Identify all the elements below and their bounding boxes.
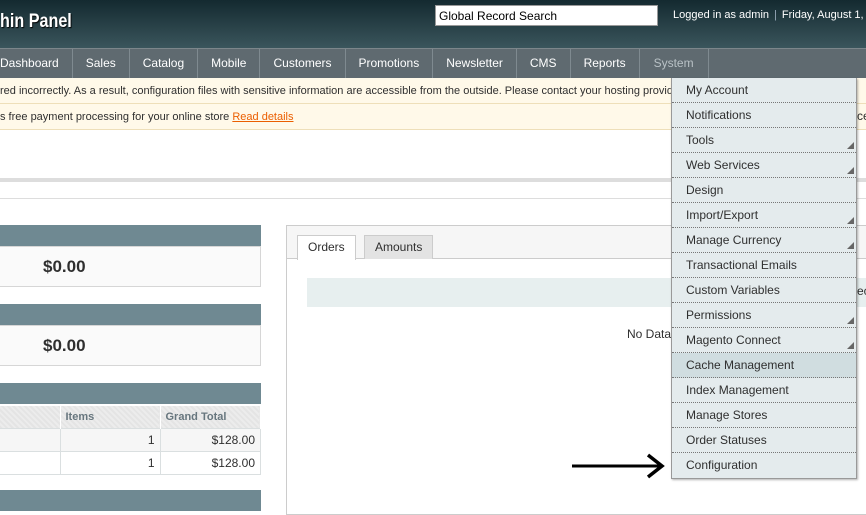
column-header-grand-total: Grand Total xyxy=(160,406,261,428)
grand-total-cell: $128.00 xyxy=(160,450,261,475)
read-details-link[interactable]: Read details xyxy=(232,111,293,123)
grand-total-cell: $128.00 xyxy=(160,427,261,452)
menu-item-web-services[interactable]: Web Services xyxy=(672,153,856,178)
menu-item-permissions[interactable]: Permissions xyxy=(672,303,856,328)
submenu-arrow-icon xyxy=(847,317,854,324)
menu-item-design[interactable]: Design xyxy=(672,178,856,203)
menu-item-label: Order Statuses xyxy=(686,433,767,447)
nav-mobile[interactable]: Mobile xyxy=(198,49,261,78)
message-text: s free payment processing for your onlin… xyxy=(0,111,233,123)
menu-item-magento-connect[interactable]: Magento Connect xyxy=(672,328,856,353)
tab-orders[interactable]: Orders xyxy=(297,235,356,260)
submenu-arrow-icon xyxy=(847,217,854,224)
system-dropdown-menu: My Account Notifications Tools Web Services… xyxy=(671,78,857,479)
menu-item-label: Manage Stores xyxy=(686,408,768,422)
lifetime-sales-value: $0.00 xyxy=(0,246,261,287)
lifetime-sales-header xyxy=(0,225,261,246)
menu-item-transactional-emails[interactable]: Transactional Emails xyxy=(672,253,856,278)
menu-item-label: Magento Connect xyxy=(686,333,781,347)
main-nav: Dashboard Sales Catalog Mobile Customers Prom… xyxy=(0,48,866,78)
user-info: Logged in as admin | Friday, August 1, xyxy=(673,9,864,21)
menu-item-order-statuses[interactable]: Order Statuses xyxy=(672,428,856,453)
nav-reports[interactable]: Reports xyxy=(571,49,640,78)
tab-amounts[interactable]: Amounts xyxy=(364,235,434,259)
section-header xyxy=(0,490,261,511)
menu-item-import-export[interactable]: Import/Export xyxy=(672,203,856,228)
average-order-value: $0.00 xyxy=(0,325,261,366)
average-order-header xyxy=(0,304,261,325)
nav-system[interactable]: System xyxy=(640,49,709,78)
menu-item-label: Permissions xyxy=(686,308,752,322)
nav-promotions[interactable]: Promotions xyxy=(346,49,434,78)
logo-title: hin Panel xyxy=(0,11,72,32)
menu-item-cache-management[interactable]: Cache Management xyxy=(672,353,856,378)
nav-dashboard[interactable]: Dashboard xyxy=(0,49,73,78)
logged-in-text: Logged in as admin xyxy=(673,9,770,21)
menu-item-label: My Account xyxy=(686,83,749,97)
items-cell: 1 xyxy=(60,427,161,452)
menu-item-label: Tools xyxy=(686,133,715,147)
message-text: red incorrectly. As a result, configurat… xyxy=(0,85,673,97)
menu-item-label: Import/Export xyxy=(686,208,759,222)
table-row[interactable]: 1 $128.00 xyxy=(0,427,261,452)
menu-item-label: Cache Management xyxy=(686,358,795,372)
menu-item-manage-currency[interactable]: Manage Currency xyxy=(672,228,856,253)
menu-item-label: Index Management xyxy=(686,383,789,397)
menu-item-my-account[interactable]: My Account xyxy=(672,78,856,103)
menu-item-index-management[interactable]: Index Management xyxy=(672,378,856,403)
last-orders-table: Items Grand Total 1 $128.00 1 $128.00 xyxy=(0,406,261,475)
menu-item-notifications[interactable]: Notifications xyxy=(672,103,856,128)
table-row[interactable]: 1 $128.00 xyxy=(0,450,261,475)
last-orders-header xyxy=(0,383,261,404)
nav-newsletter[interactable]: Newsletter xyxy=(433,49,517,78)
nav-cms[interactable]: CMS xyxy=(517,49,571,78)
clipped-text: ect xyxy=(857,284,866,298)
menu-item-configuration[interactable]: Configuration xyxy=(672,453,856,478)
submenu-arrow-icon xyxy=(847,242,854,249)
submenu-arrow-icon xyxy=(847,342,854,349)
submenu-arrow-icon xyxy=(847,167,854,174)
header: hin Panel Logged in as admin|Friday, Aug… xyxy=(0,0,866,48)
arrow-annotation-icon xyxy=(572,453,665,479)
menu-item-manage-stores[interactable]: Manage Stores xyxy=(672,403,856,428)
submenu-arrow-icon xyxy=(847,142,854,149)
date-text: Friday, August 1, xyxy=(781,9,864,21)
global-search-input[interactable] xyxy=(435,5,658,26)
menu-item-label: Configuration xyxy=(686,458,758,472)
column-header xyxy=(0,406,61,428)
menu-item-label: Transactional Emails xyxy=(686,258,797,272)
menu-item-label: Web Services xyxy=(686,158,760,172)
nav-customers[interactable]: Customers xyxy=(260,49,346,78)
menu-item-label: Design xyxy=(686,183,724,197)
clipped-text: ce xyxy=(857,109,866,123)
column-header-items: Items xyxy=(60,406,161,428)
menu-item-custom-variables[interactable]: Custom Variables xyxy=(672,278,856,303)
menu-item-tools[interactable]: Tools xyxy=(672,128,856,153)
items-cell: 1 xyxy=(60,450,161,475)
menu-item-label: Notifications xyxy=(686,108,752,122)
menu-item-label: Manage Currency xyxy=(686,233,782,247)
nav-sales[interactable]: Sales xyxy=(73,49,130,78)
no-data-text: No Data xyxy=(627,327,672,341)
menu-item-label: Custom Variables xyxy=(686,283,780,297)
nav-catalog[interactable]: Catalog xyxy=(130,49,199,78)
